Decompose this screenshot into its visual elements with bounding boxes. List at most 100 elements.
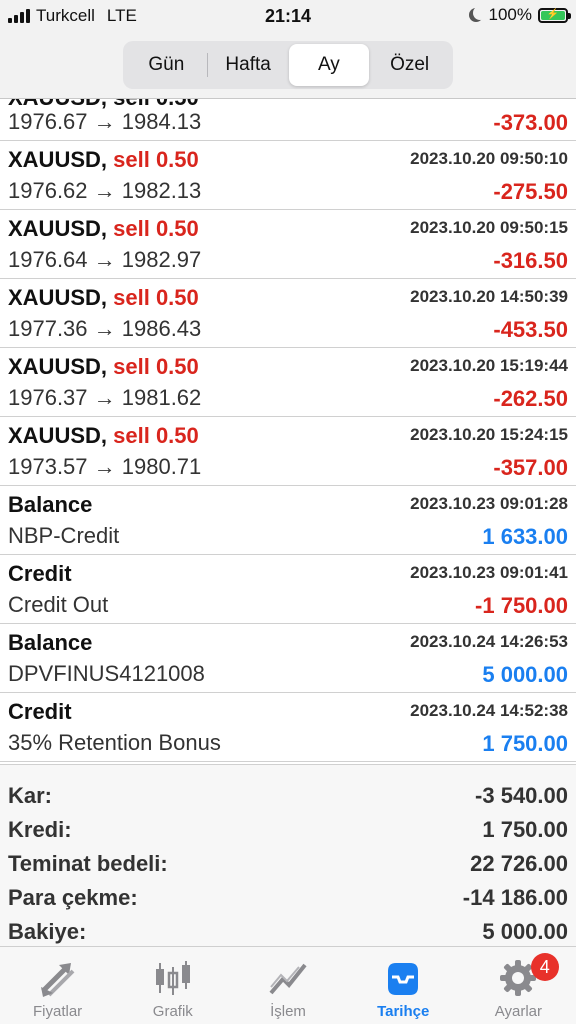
operation-comment: DPVFINUS4121008 xyxy=(8,661,205,686)
deal-row[interactable]: XAUUSD, sell 0.50 2023.10.20 14:50:39 19… xyxy=(0,279,576,348)
summary-value: -14 186.00 xyxy=(462,885,568,910)
deal-time: 2023.10.20 09:50:10 xyxy=(410,149,568,168)
tab-label: İşlem xyxy=(270,1003,306,1020)
period-tab-week[interactable]: Hafta xyxy=(208,44,289,86)
deal-profit: -316.50 xyxy=(493,248,568,273)
summary-row-profit: Kar: -3 540.00 xyxy=(0,773,576,808)
deal-prices: 1976.62 → 1982.13 xyxy=(8,178,202,203)
do-not-disturb-icon xyxy=(473,6,487,20)
deal-title: XAUUSD, sell 0.50 xyxy=(8,216,199,242)
deal-time: 2023.10.20 09:50:15 xyxy=(410,218,568,237)
tab-settings[interactable]: 4 Ayarlar xyxy=(461,947,576,1024)
operation-time: 2023.10.24 14:26:53 xyxy=(410,632,568,651)
deal-row[interactable]: XAUUSD, sell 0.50 2023.10.20 09:50:10 19… xyxy=(0,141,576,210)
operation-time: 2023.10.23 09:01:41 xyxy=(410,563,568,582)
candlestick-chart-icon xyxy=(155,961,190,995)
deal-row-partial[interactable]: XAUUSD, sell 0.50 1976.67 → 1984.13 -373… xyxy=(0,99,576,141)
tab-quotes[interactable]: Fiyatlar xyxy=(0,947,115,1024)
period-tab-custom[interactable]: Özel xyxy=(369,44,450,86)
operation-row[interactable]: Credit 2023.10.23 09:01:41 Credit Out -1… xyxy=(0,555,576,624)
summary-label: Kredi: xyxy=(8,817,72,842)
tab-history[interactable]: Tarihçe xyxy=(346,947,461,1024)
deal-time: 2023.10.20 14:50:39 xyxy=(410,287,568,306)
tab-trade[interactable]: İşlem xyxy=(230,947,345,1024)
deal-row[interactable]: XAUUSD, sell 0.50 2023.10.20 09:50:15 19… xyxy=(0,210,576,279)
trade-line-icon xyxy=(269,963,307,995)
operation-comment: Credit Out xyxy=(8,592,109,617)
period-segmented-control: Gün Hafta Ay Özel xyxy=(123,41,453,89)
deal-profit: -453.50 xyxy=(493,317,568,342)
history-list[interactable]: XAUUSD, sell 0.50 1976.67 → 1984.13 -373… xyxy=(0,98,576,764)
operation-comment: NBP-Credit xyxy=(8,523,120,548)
deal-symbol: XAUUSD, xyxy=(8,216,108,241)
summary-label: Teminat bedeli: xyxy=(8,851,168,876)
operation-row[interactable]: Balance 2023.10.24 14:26:53 DPVFINUS4121… xyxy=(0,624,576,693)
operation-type: Credit xyxy=(8,561,72,586)
operation-type: Credit xyxy=(8,699,72,724)
deal-row[interactable]: XAUUSD, sell 0.50 2023.10.20 15:24:15 19… xyxy=(0,417,576,486)
deal-prices: 1976.37 → 1981.62 xyxy=(8,385,202,410)
operation-type: Balance xyxy=(8,630,93,655)
operation-time: 2023.10.24 14:52:38 xyxy=(410,701,568,720)
deal-title: XAUUSD, sell 0.50 xyxy=(8,354,199,380)
operation-time: 2023.10.23 09:01:28 xyxy=(410,494,568,513)
tab-label: Grafik xyxy=(152,1003,193,1020)
deal-title: XAUUSD, sell 0.50 xyxy=(8,147,199,173)
summary-row-credit: Kredi: 1 750.00 xyxy=(0,807,576,842)
period-selector-bar: Gün Hafta Ay Özel xyxy=(0,32,576,98)
operation-amount: -1 750.00 xyxy=(475,593,568,618)
deal-prices: 1977.36 → 1986.43 xyxy=(8,316,202,341)
operation-amount: 1 750.00 xyxy=(482,731,568,756)
operation-amount: 5 000.00 xyxy=(482,662,568,687)
deal-symbol: XAUUSD, xyxy=(8,423,108,448)
history-inbox-icon xyxy=(388,963,419,995)
deal-symbol: XAUUSD, xyxy=(8,285,108,310)
notification-badge: 4 xyxy=(530,953,559,981)
deal-action: sell 0.50 xyxy=(113,354,199,379)
deal-profit: -373.00 xyxy=(493,110,568,135)
quotes-arrows-icon xyxy=(40,963,75,997)
deal-time: 2023.10.20 15:24:15 xyxy=(410,425,568,444)
deal-title: XAUUSD, sell 0.50 xyxy=(8,285,199,311)
summary-row-balance: Bakiye: 5 000.00 xyxy=(0,909,576,944)
deal-action: sell 0.50 xyxy=(113,285,199,310)
deal-prices: 1976.67 → 1984.13 xyxy=(8,109,202,134)
deal-time: 2023.10.20 15:19:44 xyxy=(410,356,568,375)
battery-icon: ⚡ xyxy=(538,7,571,23)
operation-row[interactable]: Balance 2023.10.23 09:01:28 NBP-Credit 1… xyxy=(0,486,576,555)
operation-comment: 35% Retention Bonus xyxy=(8,730,221,755)
summary-row-deposit: Teminat bedeli: 22 726.00 xyxy=(0,841,576,876)
deal-action: sell 0.50 xyxy=(113,423,199,448)
battery-percent: 100% xyxy=(488,5,532,24)
tab-label: Fiyatlar xyxy=(33,1003,83,1020)
deal-symbol: XAUUSD, xyxy=(8,147,108,172)
deal-action: sell 0.50 xyxy=(113,147,199,172)
summary-label: Bakiye: xyxy=(8,919,87,944)
status-bar: Turkcell LTE 21:14 100% ⚡ xyxy=(0,0,576,32)
tab-label: Ayarlar xyxy=(494,1003,543,1020)
summary-value: -3 540.00 xyxy=(475,783,568,808)
deal-profit: -262.50 xyxy=(493,386,568,411)
operation-type: Balance xyxy=(8,492,93,517)
period-tab-month[interactable]: Ay xyxy=(288,44,370,86)
operation-row[interactable]: Credit 2023.10.24 14:52:38 35% Retention… xyxy=(0,693,576,762)
deal-action: sell 0.50 xyxy=(113,216,199,241)
status-right: 100% ⚡ xyxy=(469,5,571,25)
deal-profit: -275.50 xyxy=(493,179,568,204)
deal-title: XAUUSD, sell 0.50 xyxy=(8,423,199,449)
history-summary: Kar: -3 540.00 Kredi: 1 750.00 Teminat b… xyxy=(0,764,576,946)
deal-symbol: XAUUSD, xyxy=(8,354,108,379)
summary-value: 5 000.00 xyxy=(482,919,568,944)
deal-profit: -357.00 xyxy=(493,455,568,480)
period-tab-day[interactable]: Gün xyxy=(126,44,207,86)
summary-label: Kar: xyxy=(8,783,53,808)
summary-value: 1 750.00 xyxy=(482,817,568,842)
tab-label: Tarihçe xyxy=(377,1003,430,1020)
summary-value: 22 726.00 xyxy=(470,851,568,876)
deal-prices: 1973.57 → 1980.71 xyxy=(8,454,202,479)
tab-chart[interactable]: Grafik xyxy=(115,947,230,1024)
summary-label: Para çekme: xyxy=(8,885,138,910)
bottom-tab-bar: Fiyatlar Grafik İşlem Tarihçe 4 Ayarlar xyxy=(0,946,576,1024)
deal-row[interactable]: XAUUSD, sell 0.50 2023.10.20 15:19:44 19… xyxy=(0,348,576,417)
operation-amount: 1 633.00 xyxy=(482,524,568,549)
